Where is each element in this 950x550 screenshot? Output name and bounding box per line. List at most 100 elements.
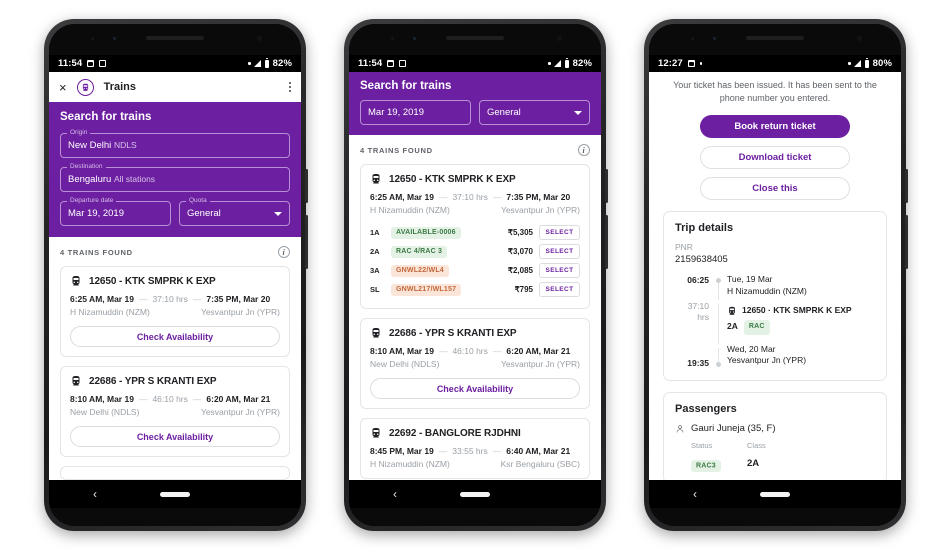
timeline-rail [709, 344, 727, 370]
check-availability-button[interactable]: Check Availability [70, 326, 280, 347]
light-sensor [113, 37, 116, 40]
signal-icon [854, 60, 862, 67]
leg-body: 12650 · KTK SMPRK K EXP 2A RAC [727, 300, 875, 344]
select-button[interactable]: SELECT [539, 282, 580, 297]
arrival-date: Wed, 20 Mar [727, 343, 776, 354]
train-card[interactable]: 22686 - YPR S KRANTI EXP 8:10 AM, Mar 19… [60, 366, 290, 457]
dash: — [438, 346, 448, 356]
quota-select[interactable]: General [479, 100, 590, 125]
light-sensor [413, 37, 416, 40]
duration: 37:10 hrs [152, 294, 188, 304]
back-icon[interactable]: ‹ [93, 488, 97, 500]
availability-badge: GNWL217/WL157 [391, 283, 462, 296]
home-indicator[interactable] [160, 491, 190, 497]
train-card[interactable]: 12650 - KTK SMPRK K EXP 6:25 AM, Mar 19 … [60, 266, 290, 357]
search-panel: Search for trains Origin New Delhi NDLS … [49, 102, 301, 237]
duration: 46:10 hrs [452, 346, 488, 356]
person-icon [676, 425, 684, 433]
train-icon [372, 174, 380, 184]
search-heading: Search for trains [60, 111, 152, 123]
check-availability-button[interactable]: Check Availability [370, 378, 580, 399]
light-sensor [713, 37, 716, 40]
phone-3-top-bezel [649, 24, 901, 55]
phone-1-volume-button[interactable] [305, 169, 308, 203]
passenger-class-value: 2A [747, 457, 760, 469]
status-time: 11:54 [358, 58, 383, 69]
back-icon[interactable]: ‹ [693, 488, 697, 500]
back-icon[interactable]: ‹ [393, 488, 397, 500]
home-indicator[interactable] [760, 491, 790, 497]
dash: — [138, 394, 148, 404]
notification-icon [399, 60, 407, 67]
class-column-label: Class [747, 441, 766, 451]
availability-badge: RAC 4/RAC 3 [391, 245, 448, 258]
home-indicator[interactable] [460, 491, 490, 497]
depart-time: 6:25 AM, Mar 19 [370, 192, 434, 202]
book-return-ticket-button[interactable]: Book return ticket [700, 115, 850, 139]
quota-value: General [187, 208, 221, 219]
close-icon[interactable]: × [59, 81, 67, 94]
passenger-table-header: Status Class [691, 441, 875, 450]
train-card[interactable]: 22692 - BANGLORE RJDHNI 8:45 PM, Mar 19 … [360, 418, 590, 479]
departure-time: 06:25 [687, 275, 709, 286]
train-card-expanded[interactable]: 12650 - KTK SMPRK K EXP 6:25 AM, Mar 19 … [360, 164, 590, 309]
fare-price: ₹795 [514, 285, 533, 294]
passenger-name: Gauri Juneja (35, F) [691, 423, 776, 435]
phone-3-volume-button[interactable] [905, 169, 908, 203]
arrival-body: Wed, 20 Mar Yesvantpur Jn (YPR) [727, 344, 875, 370]
train-times: 8:10 AM, Mar 19 — 46:10 hrs — 6:20 AM, M… [370, 346, 580, 356]
timeline-class: 2A [727, 321, 738, 332]
departure-date-field[interactable]: Mar 19, 2019 [360, 100, 471, 125]
screenshot-icon [687, 60, 695, 67]
quota-select[interactable]: Quota General [179, 197, 290, 226]
from-station: New Delhi (NDLS) [70, 407, 140, 417]
fare-table: 1A AVAILABLE-0006 ₹5,305 SELECT 2A RAC 4… [370, 223, 580, 299]
close-this-button[interactable]: Close this [700, 177, 850, 201]
phone-2-top-bezel [349, 24, 601, 55]
timeline-class-row: 2A RAC [727, 319, 875, 335]
phone-3-status-bar: 12:27 80% [649, 55, 901, 72]
train-stations: H Nizamuddin (NZM) Yesvantpur Jn (YPR) [370, 205, 580, 215]
trip-details-card: Trip details PNR 2159638405 06:25 Tue, 1… [663, 211, 887, 382]
destination-field[interactable]: Destination Bengaluru All stations [60, 163, 290, 192]
pnr-label: PNR [675, 242, 693, 253]
notification-icon [99, 60, 107, 67]
info-icon[interactable]: i [278, 246, 290, 258]
proximity-sensor [91, 37, 94, 40]
passengers-card: Passengers Gauri Juneja (35, F) Status C… [663, 392, 887, 480]
train-card[interactable]: 22686 - YPR S KRANTI EXP 8:10 AM, Mar 19… [360, 318, 590, 409]
results-count-row: 4 TRAINS FOUND i [60, 246, 290, 258]
quota-label: Quota [186, 197, 210, 204]
wifi-dot-icon [548, 62, 551, 65]
phone-1-nav-bar: ‹ [49, 480, 301, 508]
phone-3-power-button[interactable] [905, 215, 908, 269]
check-availability-button[interactable]: Check Availability [70, 426, 280, 447]
select-button[interactable]: SELECT [539, 263, 580, 278]
passenger-status-badge: RAC3 [691, 459, 721, 472]
phone-3-bottom-bezel [649, 508, 901, 526]
departure-date-field[interactable]: Departure date Mar 19, 2019 [60, 197, 171, 226]
phone-2-power-button[interactable] [605, 215, 608, 269]
phone-2-volume-button[interactable] [605, 169, 608, 203]
phone-3-screen: Your ticket has been issued. It has been… [649, 72, 901, 480]
chevron-down-icon [274, 211, 282, 216]
origin-field[interactable]: Origin New Delhi NDLS [60, 129, 290, 158]
select-button[interactable]: SELECT [539, 244, 580, 259]
to-station: Yesvantpur Jn (YPR) [200, 407, 280, 417]
phone-2-screen: Search for trains Mar 19, 2019 General 4 [349, 72, 601, 480]
info-icon[interactable]: i [578, 144, 590, 156]
train-card-partial[interactable] [60, 466, 290, 480]
phone-1-power-button[interactable] [305, 215, 308, 269]
results-count-label: 4 TRAINS FOUND [60, 247, 133, 257]
overflow-menu-icon[interactable] [288, 81, 291, 93]
results-count-row: 4 TRAINS FOUND i [360, 144, 590, 156]
train-stations: New Delhi (NDLS) Yesvantpur Jn (YPR) [370, 359, 580, 369]
status-battery-percent: 82% [572, 58, 592, 69]
phone-1-status-bar: 11:54 82% [49, 55, 301, 72]
download-ticket-button[interactable]: Download ticket [700, 146, 850, 170]
depart-time: 8:45 PM, Mar 19 [370, 446, 434, 456]
select-button[interactable]: SELECT [539, 225, 580, 240]
fare-price: ₹2,085 [507, 266, 533, 275]
arrival-time: 19:35 [687, 357, 709, 368]
fare-price: ₹3,070 [507, 247, 533, 256]
